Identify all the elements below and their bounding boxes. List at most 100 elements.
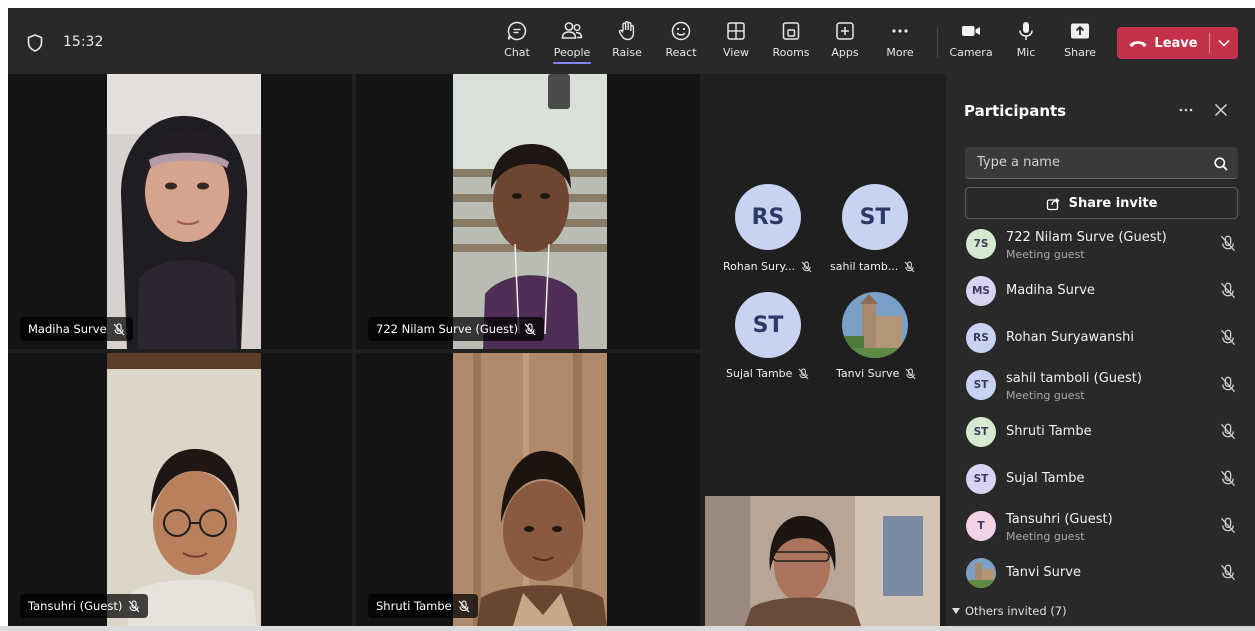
participant-video xyxy=(107,74,261,349)
panel-more-options-button[interactable] xyxy=(1178,100,1194,119)
raise-hand-button[interactable]: Raise xyxy=(602,20,652,68)
participant-role: Meeting guest xyxy=(1006,389,1085,402)
participant-row[interactable]: 7S 722 Nilam Surve (Guest) Meeting guest xyxy=(958,222,1248,266)
self-video-feed xyxy=(705,496,940,626)
video-tile[interactable]: Madiha Surve xyxy=(8,74,352,349)
meeting-timer: 15:32 xyxy=(63,34,104,50)
building-photo-avatar[interactable] xyxy=(842,292,908,358)
ellipsis-icon xyxy=(892,29,908,33)
chat-icon xyxy=(507,21,527,41)
chevron-down-icon xyxy=(1218,39,1230,47)
video-tile[interactable]: Shruti Tambe xyxy=(356,353,700,626)
chat-label: Chat xyxy=(504,46,530,59)
people-icon xyxy=(561,22,583,39)
others-invited-toggle[interactable]: Others invited (7) xyxy=(952,604,1067,618)
apps-button[interactable]: Apps xyxy=(820,20,870,68)
participant-name: sahil tamboli (Guest) xyxy=(1006,371,1142,386)
self-view-video[interactable] xyxy=(705,496,940,626)
participant-name: Tansuhri (Guest) xyxy=(1006,512,1113,527)
video-tile[interactable]: Tansuhri (Guest) xyxy=(8,353,352,626)
avatar: T xyxy=(966,511,996,541)
mic-off-icon[interactable] xyxy=(1220,564,1236,581)
people-button[interactable]: People xyxy=(547,20,597,68)
mic-off-icon[interactable] xyxy=(1220,235,1236,252)
rooms-icon xyxy=(782,22,800,40)
share-invite-button[interactable]: Share invite xyxy=(965,187,1238,219)
participant-name: Shruti Tambe xyxy=(376,599,452,613)
mic-off-icon[interactable] xyxy=(1220,329,1236,346)
participant-row[interactable]: ST Shruti Tambe xyxy=(958,410,1248,454)
participant-name: 722 Nilam Surve (Guest) xyxy=(376,322,519,336)
chat-button[interactable]: Chat xyxy=(492,20,542,68)
view-button[interactable]: View xyxy=(711,20,761,68)
participant-name: Tansuhri (Guest) xyxy=(28,599,123,613)
react-button[interactable]: React xyxy=(656,20,706,68)
mic-off-icon[interactable] xyxy=(1220,423,1236,440)
mic-off-icon[interactable] xyxy=(1220,517,1236,534)
avatar-name: sahil tamb... xyxy=(830,260,915,273)
leave-button-group: Leave xyxy=(1117,27,1238,59)
avatar[interactable]: ST xyxy=(842,184,908,250)
leave-button[interactable]: Leave xyxy=(1117,27,1209,59)
avatar-name: Sujal Tambe xyxy=(726,367,809,380)
avatar: RS xyxy=(966,323,996,353)
camera-icon xyxy=(962,26,980,36)
share-button[interactable]: Share xyxy=(1055,20,1105,68)
participants-panel: Participants Share invite 7S 722 Nilam S… xyxy=(946,74,1255,626)
share-upload-icon xyxy=(1071,23,1089,39)
smiley-icon xyxy=(671,21,691,41)
more-button[interactable]: More xyxy=(875,20,925,68)
panel-title: Participants xyxy=(964,102,1067,120)
avatar[interactable]: ST xyxy=(735,292,801,358)
participant-video xyxy=(453,74,607,349)
hand-icon xyxy=(618,21,635,41)
participant-row[interactable]: ST Sujal Tambe xyxy=(958,457,1248,501)
more-label: More xyxy=(886,46,914,59)
leave-label: Leave xyxy=(1154,35,1198,51)
shield-icon[interactable] xyxy=(27,34,43,56)
participant-row[interactable]: Tanvi Surve xyxy=(958,551,1248,595)
participant-row[interactable]: ST sahil tamboli (Guest) Meeting guest xyxy=(958,363,1248,407)
participant-role: Meeting guest xyxy=(1006,248,1085,261)
mic-off-icon[interactable] xyxy=(1220,376,1236,393)
share-label: Share xyxy=(1064,46,1096,59)
mic-off-icon[interactable] xyxy=(1220,470,1236,487)
apps-label: Apps xyxy=(831,46,859,59)
camera-label: Camera xyxy=(949,46,993,59)
mic-button[interactable]: Mic xyxy=(1001,20,1051,68)
mic-off-icon xyxy=(905,367,916,379)
participant-search-input[interactable] xyxy=(965,147,1238,179)
phone-hangup-icon xyxy=(1129,41,1147,47)
ellipsis-icon xyxy=(1179,108,1193,112)
raise-label: Raise xyxy=(612,46,642,59)
participant-video xyxy=(453,353,607,626)
rooms-button[interactable]: Rooms xyxy=(766,20,816,68)
participant-name: 722 Nilam Surve (Guest) xyxy=(1006,230,1167,245)
avatar: ST xyxy=(966,370,996,400)
participant-name: sahil tamb... xyxy=(830,260,899,273)
camera-button[interactable]: Camera xyxy=(946,20,996,68)
mic-off-icon[interactable] xyxy=(1220,282,1236,299)
participant-name-tag: Tansuhri (Guest) xyxy=(20,594,149,618)
participant-role: Meeting guest xyxy=(1006,530,1085,543)
participant-name: Tanvi Surve xyxy=(836,367,900,380)
rooms-label: Rooms xyxy=(772,46,810,59)
video-tile[interactable]: 722 Nilam Surve (Guest) xyxy=(356,74,700,349)
avatar-name: Tanvi Surve xyxy=(836,367,916,380)
leave-options-button[interactable] xyxy=(1210,27,1238,59)
meeting-toolbar: 15:32 Chat People Raise React View Rooms… xyxy=(8,8,1255,74)
participant-row[interactable]: MS Madiha Surve xyxy=(958,269,1248,313)
building-photo-avatar xyxy=(966,558,996,588)
participant-name: Shruti Tambe xyxy=(1006,424,1092,439)
participant-name: Rohan Sury... xyxy=(723,260,795,273)
avatar[interactable]: RS xyxy=(735,184,801,250)
mic-off-icon xyxy=(113,322,125,335)
panel-close-button[interactable] xyxy=(1214,102,1228,121)
participant-name: Madiha Surve xyxy=(28,322,107,336)
mic-off-icon xyxy=(904,260,915,272)
participant-row[interactable]: T Tansuhri (Guest) Meeting guest xyxy=(958,504,1248,548)
share-invite-icon xyxy=(1046,197,1060,210)
react-label: React xyxy=(665,46,697,59)
participant-row[interactable]: RS Rohan Suryawanshi xyxy=(958,316,1248,360)
mic-off-icon xyxy=(128,599,140,612)
